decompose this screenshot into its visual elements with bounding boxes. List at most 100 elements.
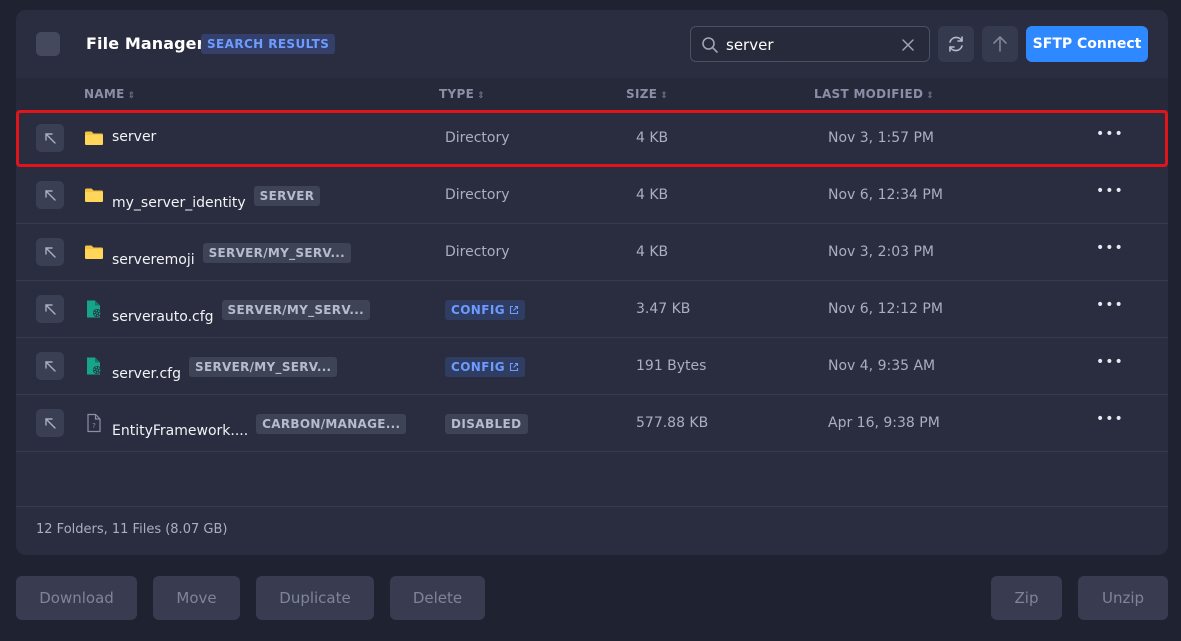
sort-icon: ⇕ — [660, 91, 669, 101]
column-header-name[interactable]: NAME ⇕ — [84, 87, 136, 101]
table-header: NAME ⇕ TYPE ⇕ SIZE ⇕ LAST MODIFIED ⇕ — [16, 78, 1168, 110]
open-location-button[interactable] — [36, 409, 64, 437]
file-name[interactable]: my_server_identity SERVER — [112, 186, 321, 211]
file-name[interactable]: server.cfg SERVER/MY_SERV... — [112, 357, 338, 382]
file-list: server Directory 4 KB Nov 3, 1:57 PM ••• my_s… — [16, 110, 1168, 452]
file-name[interactable]: EntityFramework.... CARBON/MANAGE... — [112, 414, 407, 439]
delete-button[interactable]: Delete — [390, 576, 485, 620]
download-button[interactable]: Download — [16, 576, 137, 620]
table-row[interactable]: ? EntityFramework.... CARBON/MANAGE... DISA… — [16, 395, 1168, 452]
disabled-badge: DISABLED — [445, 414, 528, 434]
folder-icon — [85, 188, 103, 202]
select-all-checkbox[interactable] — [36, 32, 60, 56]
file-size: 4 KB — [636, 187, 669, 203]
page-title: File Manager — [86, 34, 205, 53]
more-options-icon[interactable]: ••• — [1096, 354, 1123, 378]
table-row[interactable]: server.cfg SERVER/MY_SERV... CONFIG 191 Byt… — [16, 338, 1168, 395]
path-badge: SERVER — [253, 186, 321, 206]
file-type: Directory — [445, 244, 510, 260]
open-location-button[interactable] — [36, 124, 64, 152]
file-name-label: server — [112, 129, 157, 145]
file-manager-panel: File Manager SEARCH RESULTS server SFTP … — [16, 10, 1168, 555]
config-badge-label: CONFIG — [451, 303, 505, 317]
search-input[interactable] — [726, 33, 891, 57]
column-header-size[interactable]: SIZE ⇕ — [626, 87, 668, 101]
last-modified: Nov 6, 12:34 PM — [828, 187, 943, 203]
open-location-button[interactable] — [36, 352, 64, 380]
refresh-button[interactable] — [938, 26, 974, 62]
goto-arrow-icon — [45, 190, 56, 201]
open-location-button[interactable] — [36, 238, 64, 266]
config-badge-label: CONFIG — [451, 360, 505, 374]
folder-icon — [85, 131, 103, 145]
table-row[interactable]: server Directory 4 KB Nov 3, 1:57 PM ••• — [16, 110, 1168, 167]
path-badge: SERVER/MY_SERV... — [189, 357, 338, 377]
more-options-icon[interactable]: ••• — [1096, 411, 1123, 435]
folder-icon — [85, 245, 103, 259]
goto-arrow-icon — [45, 247, 56, 258]
column-type-label: TYPE — [439, 87, 475, 101]
goto-arrow-icon — [45, 133, 56, 144]
file-name-label: serverauto.cfg — [112, 309, 214, 325]
search-box[interactable] — [690, 26, 930, 62]
column-modified-label: LAST MODIFIED — [814, 87, 924, 101]
search-icon — [702, 37, 718, 53]
move-button[interactable]: Move — [153, 576, 240, 620]
path-badge: SERVER/MY_SERV... — [202, 243, 352, 263]
goto-arrow-icon — [45, 418, 56, 429]
more-options-icon[interactable]: ••• — [1096, 297, 1123, 321]
file-type: Directory — [445, 187, 510, 203]
last-modified: Nov 3, 1:57 PM — [828, 130, 934, 146]
more-options-icon[interactable]: ••• — [1096, 183, 1123, 207]
sort-icon: ⇕ — [477, 91, 485, 101]
folder-file-summary: 12 Folders, 11 Files (8.07 GB) — [36, 522, 228, 537]
file-name[interactable]: server — [112, 129, 156, 145]
path-badge: CARBON/MANAGE... — [256, 414, 407, 434]
config-file-icon — [87, 357, 101, 375]
file-name[interactable]: serveremoji SERVER/MY_SERV... — [112, 243, 352, 268]
clear-search-icon[interactable] — [901, 38, 915, 52]
config-badge[interactable]: CONFIG — [445, 300, 525, 320]
sort-icon: ⇕ — [926, 91, 935, 101]
file-size: 577.88 KB — [636, 415, 709, 431]
table-row[interactable]: serveremoji SERVER/MY_SERV... Directory 4 K… — [16, 224, 1168, 281]
file-size: 4 KB — [636, 244, 669, 260]
arrow-up-icon — [993, 36, 1007, 52]
zip-button[interactable]: Zip — [991, 576, 1062, 620]
file-name[interactable]: serverauto.cfg SERVER/MY_SERV... — [112, 300, 370, 325]
file-name-label: EntityFramework.... — [112, 423, 249, 439]
open-location-button[interactable] — [36, 181, 64, 209]
open-location-button[interactable] — [36, 295, 64, 323]
sftp-connect-button[interactable]: SFTP Connect — [1026, 26, 1148, 62]
last-modified: Nov 3, 2:03 PM — [828, 244, 934, 260]
last-modified: Nov 4, 9:35 AM — [828, 358, 936, 374]
path-badge: SERVER/MY_SERV... — [221, 300, 370, 320]
last-modified: Nov 6, 12:12 PM — [828, 301, 943, 317]
file-size: 4 KB — [636, 130, 669, 146]
external-link-icon — [509, 362, 519, 372]
parent-directory-button[interactable] — [982, 26, 1018, 62]
file-manager-header: File Manager SEARCH RESULTS server SFTP … — [16, 10, 1168, 78]
external-link-icon — [509, 305, 519, 315]
column-header-modified[interactable]: LAST MODIFIED ⇕ — [814, 87, 934, 101]
column-name-label: NAME — [84, 87, 125, 101]
column-size-label: SIZE — [626, 87, 658, 101]
goto-arrow-icon — [45, 361, 56, 372]
file-name-label: server.cfg — [112, 366, 181, 382]
refresh-icon — [949, 36, 963, 52]
column-header-type[interactable]: TYPE ⇕ — [439, 87, 485, 101]
goto-arrow-icon — [45, 304, 56, 315]
file-type: Directory — [445, 130, 510, 146]
more-options-icon[interactable]: ••• — [1096, 240, 1123, 264]
unzip-button[interactable]: Unzip — [1078, 576, 1168, 620]
svg-text:?: ? — [92, 422, 96, 430]
sort-icon: ⇕ — [127, 91, 136, 101]
duplicate-button[interactable]: Duplicate — [256, 576, 374, 620]
table-row[interactable]: my_server_identity SERVER Directory 4 KB Nov… — [16, 167, 1168, 224]
more-options-icon[interactable]: ••• — [1096, 126, 1123, 150]
file-name-label: serveremoji — [112, 252, 195, 268]
table-row[interactable]: serverauto.cfg SERVER/MY_SERV... CONFIG 3.4… — [16, 281, 1168, 338]
file-size: 3.47 KB — [636, 301, 691, 317]
search-results-badge: SEARCH RESULTS — [201, 34, 336, 54]
config-badge[interactable]: CONFIG — [445, 357, 525, 377]
